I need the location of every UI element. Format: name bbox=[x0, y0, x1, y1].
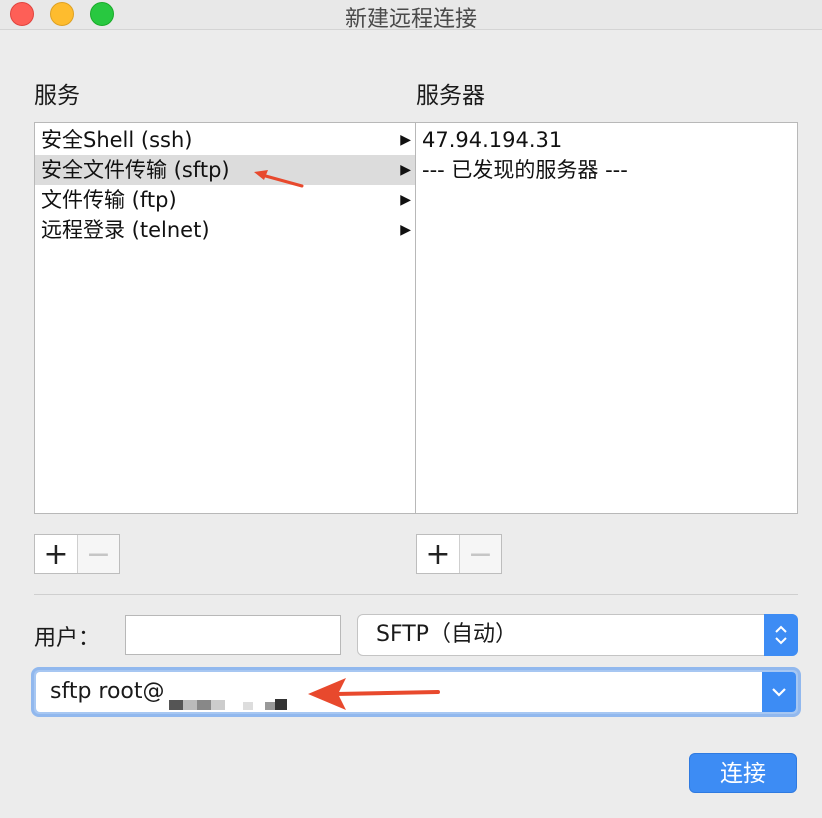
service-item-label: 安全文件传输 (sftp) bbox=[41, 158, 230, 182]
command-combobox-focus-ring: sftp root@ bbox=[31, 667, 801, 717]
server-item-discovered-header: --- 已发现的服务器 --- bbox=[416, 155, 797, 185]
user-input[interactable] bbox=[125, 615, 341, 655]
servers-list[interactable]: 47.94.194.31 --- 已发现的服务器 --- bbox=[415, 122, 798, 514]
server-item[interactable]: 47.94.194.31 bbox=[416, 125, 797, 155]
disclosure-arrow-icon: ▶ bbox=[400, 132, 411, 148]
remove-service-button[interactable]: − bbox=[76, 535, 119, 573]
service-item-label: 远程登录 (telnet) bbox=[41, 218, 210, 242]
services-button-group: + − bbox=[34, 534, 120, 574]
server-item-label: --- 已发现的服务器 --- bbox=[422, 158, 628, 182]
add-server-button[interactable]: + bbox=[417, 535, 459, 573]
redacted-host bbox=[168, 686, 299, 710]
server-item-label: 47.94.194.31 bbox=[422, 128, 563, 152]
disclosure-arrow-icon: ▶ bbox=[400, 222, 411, 238]
chevron-down-icon[interactable] bbox=[762, 672, 796, 712]
window-title: 新建远程连接 bbox=[344, 7, 477, 32]
servers-label: 服务器 bbox=[416, 83, 485, 109]
title-bar: 新建远程连接 bbox=[0, 0, 822, 32]
protocol-select[interactable]: SFTP（自动） bbox=[357, 614, 798, 656]
service-item-label: 文件传输 (ftp) bbox=[41, 188, 177, 212]
service-item-label: 安全Shell (ssh) bbox=[41, 128, 193, 152]
service-item-ssh[interactable]: 安全Shell (ssh) ▶ bbox=[35, 125, 415, 155]
connect-button[interactable]: 连接 bbox=[689, 753, 797, 793]
command-combobox[interactable]: sftp root@ bbox=[36, 672, 796, 712]
user-label: 用户： bbox=[34, 626, 101, 651]
separator bbox=[34, 594, 798, 595]
protocol-selected-value: SFTP（自动） bbox=[376, 622, 517, 647]
servers-button-group: + − bbox=[416, 534, 502, 574]
disclosure-arrow-icon: ▶ bbox=[400, 162, 411, 178]
service-item-telnet[interactable]: 远程登录 (telnet) ▶ bbox=[35, 215, 415, 245]
remove-server-button[interactable]: − bbox=[458, 535, 501, 573]
services-list[interactable]: 安全Shell (ssh) ▶ 安全文件传输 (sftp) ▶ 文件传输 (ft… bbox=[34, 122, 416, 514]
up-down-chevron-icon[interactable] bbox=[764, 614, 798, 656]
services-label: 服务 bbox=[34, 83, 80, 109]
disclosure-arrow-icon: ▶ bbox=[400, 192, 411, 208]
service-item-sftp[interactable]: 安全文件传输 (sftp) ▶ bbox=[35, 155, 415, 185]
service-item-ftp[interactable]: 文件传输 (ftp) ▶ bbox=[35, 185, 415, 215]
add-service-button[interactable]: + bbox=[35, 535, 77, 573]
command-input[interactable]: sftp root@ bbox=[50, 679, 165, 704]
